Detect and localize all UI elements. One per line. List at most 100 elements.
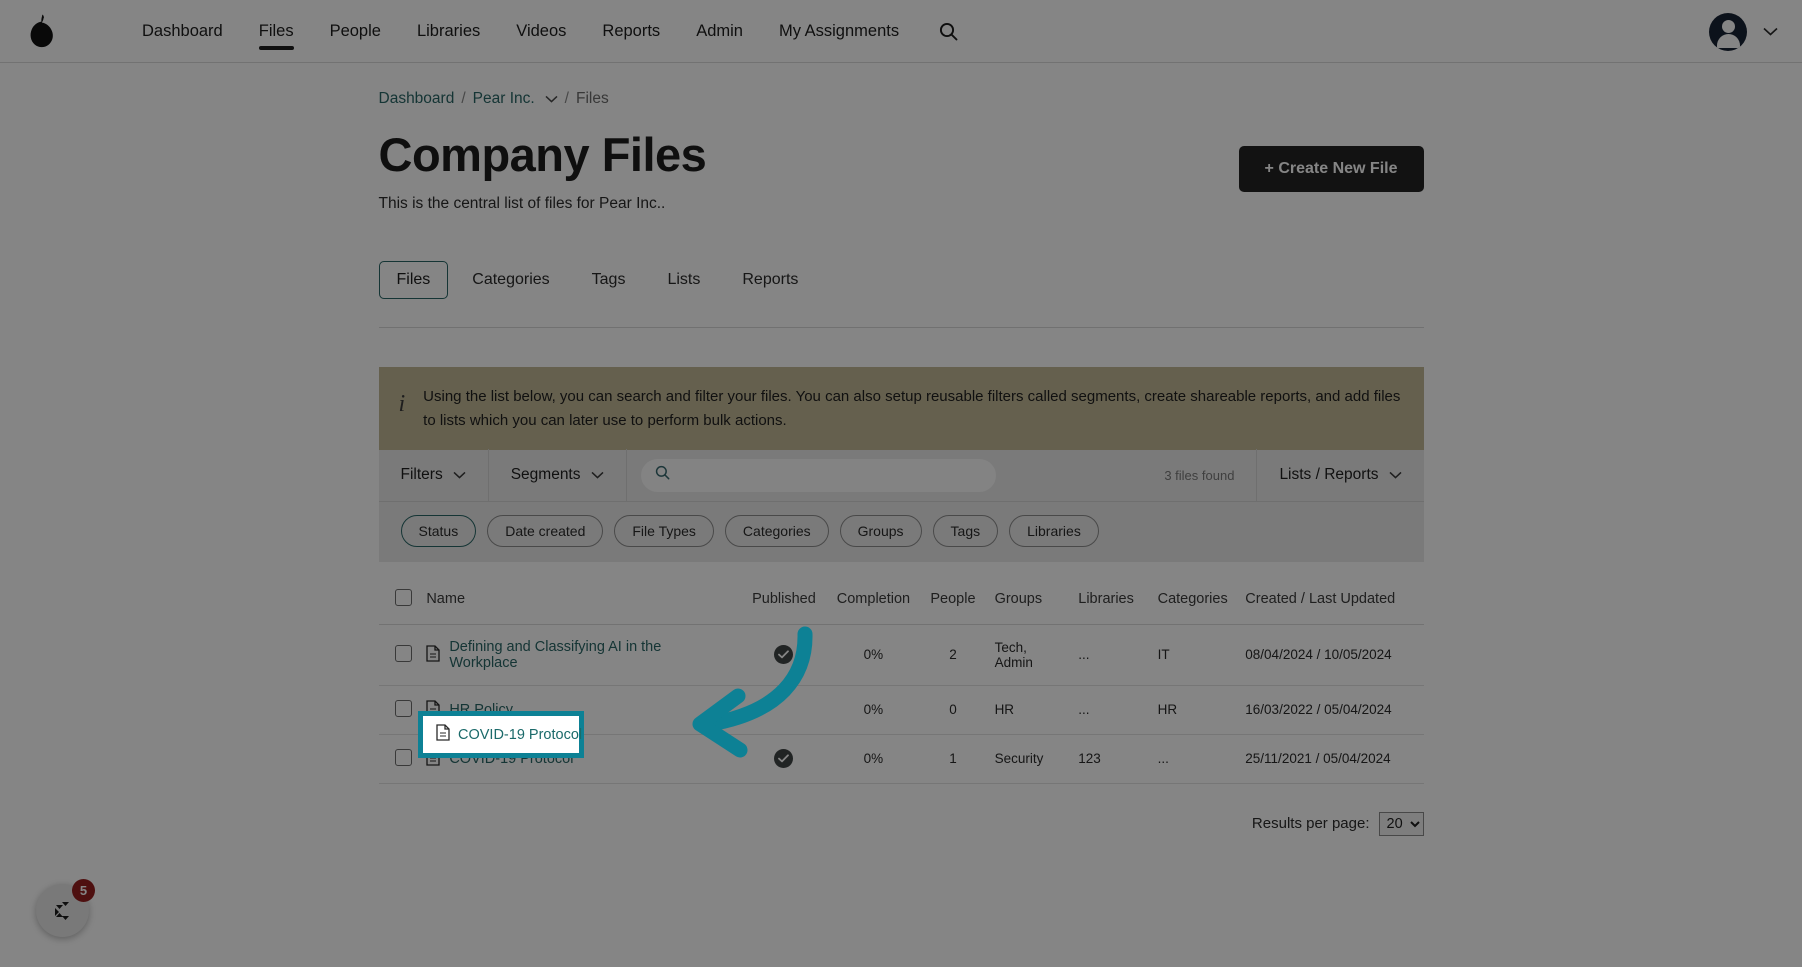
nav-label: Admin [696, 21, 743, 40]
search-input[interactable] [678, 466, 982, 484]
row-people-cell: 2 [917, 624, 989, 686]
row-published-cell [738, 685, 830, 735]
header-libraries[interactable]: Libraries [1072, 574, 1152, 625]
row-completion-cell: 0% [829, 624, 918, 686]
nav-label: Videos [516, 21, 567, 40]
breadcrumb-company[interactable]: Pear Inc. [473, 90, 535, 108]
tab-reports[interactable]: Reports [724, 261, 816, 299]
header-categories[interactable]: Categories [1151, 574, 1240, 625]
nav-label: My Assignments [778, 21, 900, 40]
chevron-down-icon[interactable] [1763, 23, 1778, 41]
tab-categories[interactable]: Categories [454, 261, 567, 299]
table-row[interactable]: HR Policy 0% 0 HR ... HR 16/03/2022 / 05… [378, 685, 1424, 735]
tab-lists[interactable]: Lists [649, 261, 718, 299]
nav-item-admin[interactable]: Admin [678, 0, 761, 63]
header-completion[interactable]: Completion [829, 574, 918, 625]
tab-label: Files [396, 271, 431, 289]
search-area [627, 449, 1165, 501]
segments-dropdown[interactable]: Segments [489, 449, 627, 502]
filter-chip-status[interactable]: Status [400, 514, 477, 547]
row-checkbox[interactable] [394, 748, 412, 766]
page-subtitle: This is the central list of files for Pe… [378, 195, 666, 213]
row-checkbox[interactable] [394, 644, 412, 662]
chevron-down-icon [590, 466, 604, 484]
row-select-cell [378, 734, 421, 784]
breadcrumb-separator: / [461, 90, 466, 107]
header-published[interactable]: Published [738, 574, 830, 625]
row-groups-cell: HR [988, 685, 1073, 735]
filters-label: Filters [400, 466, 443, 484]
tab-bar: Files Categories Tags Lists Reports [378, 261, 1424, 300]
page-title: Company Files [378, 128, 707, 181]
nav-items: Dashboard Files People Libraries Videos … [124, 0, 958, 63]
tab-tags[interactable]: Tags [574, 261, 644, 299]
filter-chip-libraries[interactable]: Libraries [1009, 514, 1099, 547]
filter-chip-categories[interactable]: Categories [724, 514, 829, 547]
breadcrumb: Dashboard / Pear Inc. / Files [379, 90, 1424, 108]
lists-reports-dropdown[interactable]: Lists / Reports [1256, 449, 1423, 502]
nav-label: Reports [602, 21, 661, 40]
search-icon[interactable] [939, 22, 958, 41]
page-header-row: Company Files This is the central list o… [379, 130, 1424, 213]
breadcrumb-current: Files [575, 90, 609, 107]
chevron-down-icon [1388, 466, 1402, 484]
filter-chip-file-types[interactable]: File Types [614, 514, 714, 547]
header-people[interactable]: People [917, 574, 989, 625]
files-table-head: Name Published Completion People Groups … [378, 574, 1424, 625]
segments-label: Segments [510, 466, 581, 484]
nav-item-reports[interactable]: Reports [584, 0, 678, 63]
chevron-down-icon [453, 466, 466, 484]
nav-item-files[interactable]: Files [241, 0, 312, 63]
nav-item-people[interactable]: People [312, 0, 399, 63]
nav-item-videos[interactable]: Videos [498, 0, 584, 63]
pear-logo-icon[interactable] [20, 10, 62, 52]
row-groups-cell: Security [988, 734, 1073, 784]
row-name-cell: Defining and Classifying AI in the Workp… [420, 624, 739, 686]
row-completion-cell: 0% [829, 685, 918, 735]
nav-label: Files [258, 21, 294, 40]
file-link[interactable]: HR Policy [449, 702, 513, 718]
lists-reports-label: Lists / Reports [1279, 466, 1379, 484]
row-categories-cell: IT [1151, 624, 1240, 686]
chat-widget-icon [54, 901, 69, 920]
row-checkbox[interactable] [394, 699, 412, 717]
select-all-checkbox[interactable] [394, 588, 412, 606]
breadcrumb-dashboard[interactable]: Dashboard [379, 90, 455, 108]
top-navigation-bar: Dashboard Files People Libraries Videos … [0, 0, 1802, 63]
files-table: Name Published Completion People Groups … [378, 574, 1424, 784]
files-table-body: Defining and Classifying AI in the Workp… [378, 624, 1424, 784]
nav-item-dashboard[interactable]: Dashboard [124, 0, 241, 63]
create-new-file-button[interactable]: + Create New File [1238, 146, 1424, 192]
document-icon [426, 749, 440, 769]
row-categories-cell: HR [1151, 685, 1240, 735]
search-box[interactable] [640, 458, 996, 492]
document-icon [426, 700, 440, 720]
account-area [1709, 0, 1778, 63]
breadcrumb-separator: / [564, 90, 569, 107]
document-icon [426, 645, 440, 665]
nav-item-libraries[interactable]: Libraries [399, 0, 498, 63]
header-groups[interactable]: Groups [988, 574, 1073, 625]
file-link[interactable]: COVID-19 Protocol [449, 751, 573, 767]
tab-files[interactable]: Files [378, 261, 449, 300]
row-published-cell [738, 734, 830, 784]
row-published-cell [738, 624, 830, 686]
results-per-page-select[interactable]: 20 [1378, 811, 1424, 836]
table-row[interactable]: COVID-19 Protocol 0% 1 Security 123 ... [378, 734, 1424, 784]
header-name[interactable]: Name [420, 574, 739, 625]
pagination-footer: Results per page: 20 [379, 811, 1424, 836]
filter-chip-tags[interactable]: Tags [932, 514, 999, 547]
filters-dropdown[interactable]: Filters [379, 449, 489, 502]
filter-chip-date-created[interactable]: Date created [487, 514, 604, 547]
nav-item-my-assignments[interactable]: My Assignments [761, 0, 917, 63]
page-root: Dashboard Files People Libraries Videos … [0, 0, 1802, 967]
table-row[interactable]: Defining and Classifying AI in the Workp… [378, 624, 1424, 686]
row-people-cell: 0 [917, 685, 989, 735]
filter-chip-groups[interactable]: Groups [839, 514, 922, 547]
row-select-cell [378, 624, 421, 686]
header-created-last-updated[interactable]: Created / Last Updated [1239, 574, 1424, 625]
user-avatar-icon[interactable] [1709, 12, 1747, 51]
file-link[interactable]: Defining and Classifying AI in the Workp… [449, 639, 732, 671]
chevron-down-icon[interactable] [545, 90, 558, 108]
chat-widget-button[interactable]: 5 [36, 879, 95, 937]
